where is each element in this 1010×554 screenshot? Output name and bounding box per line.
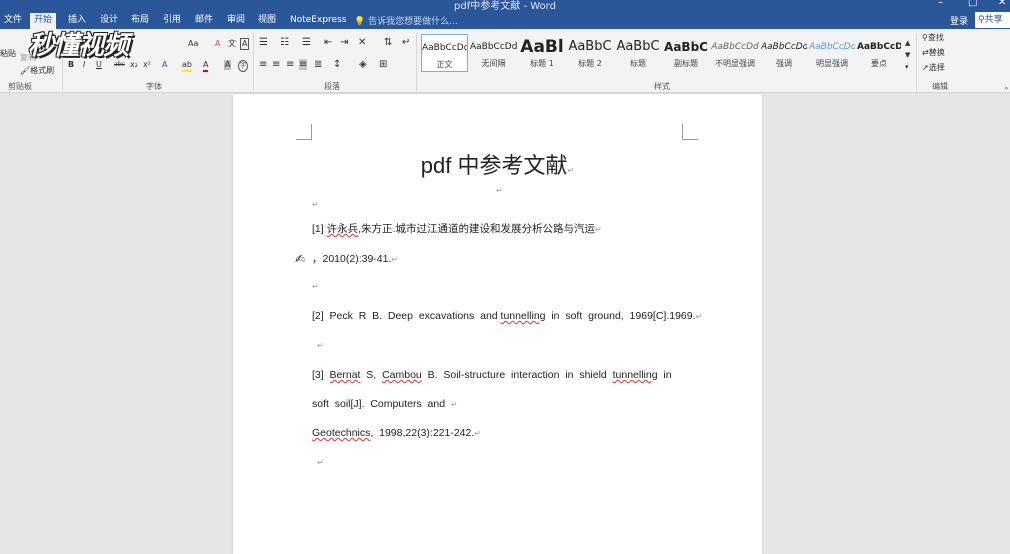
share-button[interactable]: ⚲共享	[975, 12, 1010, 28]
style-emphasis[interactable]: AaBbCcDd 强调	[761, 34, 807, 72]
tab-layout[interactable]: 布局	[127, 13, 153, 29]
style-subtle-emphasis[interactable]: AaBbCcDd 不明显强调	[711, 34, 759, 72]
tell-me-search[interactable]: 💡 告诉我您想要做什么...	[354, 14, 458, 27]
tab-file[interactable]: 文件	[0, 13, 26, 29]
margin-corner-top-right	[682, 124, 698, 140]
editing-group-label: 编辑	[932, 82, 948, 91]
align-right-icon[interactable]: ≡	[286, 59, 294, 70]
superscript-button[interactable]: x²	[143, 60, 151, 70]
borders-icon[interactable]: ⊞	[379, 59, 387, 70]
select-button[interactable]: ➚选择	[922, 63, 945, 73]
text-effects-button[interactable]: A	[162, 60, 167, 70]
close-button[interactable]: ✕	[998, 0, 1006, 8]
line-spacing-icon[interactable]: ↕	[333, 59, 341, 70]
paste-button[interactable]: 粘贴	[0, 49, 16, 59]
reference-3[interactable]: [3] Bernat S, Cambou B. Soil-structure i…	[312, 369, 672, 381]
change-case-button[interactable]: Aa	[188, 39, 198, 49]
maximize-button[interactable]: □	[968, 0, 977, 8]
increase-indent-icon[interactable]: ⇥	[340, 37, 348, 48]
justify-icon[interactable]: ≡	[299, 59, 308, 70]
brush-icon: 🖌	[20, 66, 31, 75]
cursor-select-icon: ➚	[922, 63, 929, 72]
watermark-logo: 秒懂视频	[28, 31, 129, 61]
ribbon-collapse-icon[interactable]: ⌃	[1003, 86, 1010, 95]
style-no-spacing[interactable]: AaBbCcDd 无间隔	[470, 34, 517, 72]
empty-paragraph[interactable]: ↵	[496, 186, 503, 195]
minimize-button[interactable]: –	[938, 0, 943, 8]
style-title[interactable]: AaBbC 标题	[615, 34, 661, 72]
divider	[253, 33, 254, 91]
reference-1[interactable]: [1] 许永兵,朱方正.城市过江通道的建设和发展分析公路与汽运↵	[312, 221, 602, 236]
gallery-scroll-down-icon[interactable]: ▼	[905, 51, 910, 59]
login-link[interactable]: 登录	[950, 14, 968, 27]
paragraph-group-label: 段落	[324, 82, 340, 91]
subscript-button[interactable]: x₂	[130, 60, 138, 70]
tab-noteexpress[interactable]: NoteExpress	[286, 13, 350, 29]
title-bar: pdf中参考文献 - Word – □ ✕	[0, 0, 1010, 12]
divider	[916, 33, 917, 91]
reference-2[interactable]: [2] Peck R B. Deep excavations and tunne…	[312, 310, 702, 322]
reference-1-continued[interactable]: ，2010(2):39-41.↵	[312, 251, 398, 266]
gallery-more-icon[interactable]: ▾	[905, 63, 909, 71]
mouse-pointer-icon: ✍	[295, 252, 306, 266]
font-group-label: 字体	[146, 82, 162, 91]
style-intense-emphasis[interactable]: AaBbCcDd 明显强调	[809, 34, 855, 72]
decrease-indent-icon[interactable]: ⇤	[324, 37, 332, 48]
reference-3-line2[interactable]: soft soil[J]. Computers and ↵	[312, 398, 458, 410]
replace-icon: ⇄	[922, 48, 929, 57]
format-painter-button[interactable]: 🖌格式刷	[20, 66, 54, 76]
style-normal[interactable]: AaBbCcDd 正文	[421, 34, 468, 72]
enclose-char-button[interactable]: 字	[238, 60, 249, 72]
style-heading2[interactable]: AaBbC 标题 2	[567, 34, 613, 72]
phonetic-guide-button[interactable]: 文	[228, 39, 236, 49]
tab-references[interactable]: 引用	[159, 13, 185, 29]
reference-3-line3[interactable]: Geotechnics, 1998,22(3):221-242.↵	[312, 427, 481, 439]
multilevel-list-icon[interactable]: ☰	[302, 37, 311, 48]
margin-corner-top-left	[296, 124, 312, 140]
style-strong[interactable]: AaBbCcD 要点	[857, 34, 901, 72]
empty-paragraph[interactable]: ↵	[317, 458, 324, 467]
distributed-icon[interactable]: ≣	[314, 59, 322, 70]
clear-format-button[interactable]: A	[215, 39, 220, 49]
ribbon-tabs: 文件 开始 插入 设计 布局 引用 邮件 审阅 视图 NoteExpress 💡…	[0, 11, 1010, 29]
font-color-button[interactable]: A	[203, 60, 209, 72]
style-subtitle[interactable]: AaBbC 副标题	[663, 34, 709, 72]
document-title[interactable]: pdf 中参考文献↵	[233, 148, 762, 180]
align-left-icon[interactable]: ≡	[259, 59, 267, 70]
highlight-button[interactable]: ab	[182, 60, 192, 72]
ribbon-home: 粘贴 复制 🖌格式刷 剪贴板 Aa A 文 A B I U abc x₂ x² …	[0, 29, 1010, 93]
shading-icon[interactable]: ◈	[359, 59, 367, 70]
chinese-layout-icon[interactable]: ✕	[358, 37, 366, 48]
char-shading-button[interactable]: A	[224, 60, 232, 70]
empty-paragraph[interactable]: ↵	[312, 282, 319, 291]
numbering-icon[interactable]: ☷	[280, 37, 289, 48]
tab-review[interactable]: 审阅	[223, 13, 249, 29]
lightbulb-icon: 💡	[354, 17, 366, 27]
tab-view[interactable]: 视图	[254, 13, 280, 29]
tab-mailings[interactable]: 邮件	[191, 13, 217, 29]
empty-paragraph[interactable]: ↵	[312, 200, 319, 209]
clipboard-group-label: 剪贴板	[8, 82, 32, 91]
divider	[416, 33, 417, 91]
align-center-icon[interactable]: ≡	[272, 59, 280, 70]
style-heading1[interactable]: AaBl 标题 1	[519, 34, 565, 72]
char-border-button[interactable]: A	[240, 38, 250, 50]
styles-group-label: 样式	[654, 82, 670, 91]
user-icon: ⚲	[978, 15, 985, 25]
show-marks-icon[interactable]: ↵	[402, 37, 410, 48]
bullets-icon[interactable]: ☰	[259, 37, 268, 48]
gallery-scroll-up-icon[interactable]: ▲	[905, 39, 910, 47]
replace-button[interactable]: ⇄替换	[922, 48, 945, 58]
find-button[interactable]: ⚲查找	[922, 33, 944, 43]
empty-paragraph[interactable]: ↵	[317, 341, 324, 350]
sort-icon[interactable]: ⇅	[384, 37, 392, 48]
